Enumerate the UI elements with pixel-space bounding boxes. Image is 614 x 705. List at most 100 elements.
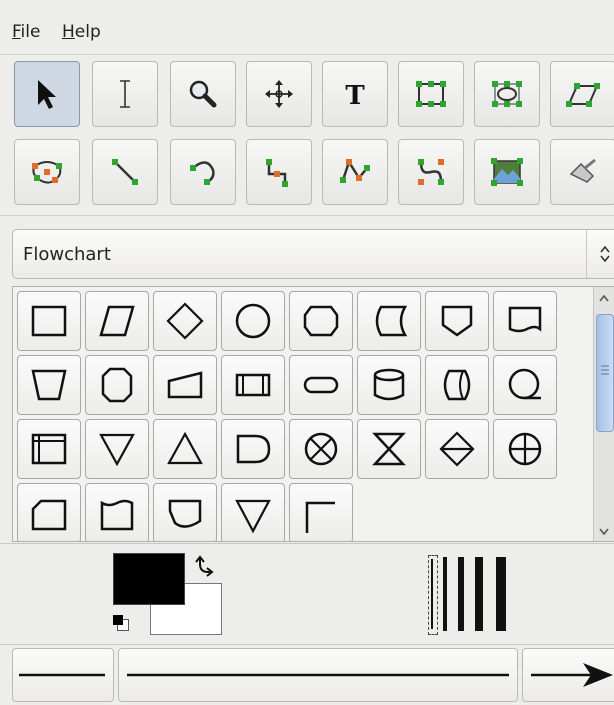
tool-arc[interactable] xyxy=(170,139,236,205)
tool-polygon[interactable] xyxy=(550,61,614,127)
shape-internal-storage[interactable] xyxy=(17,419,81,479)
shape-display[interactable] xyxy=(153,483,217,541)
tool-beziergon[interactable] xyxy=(14,139,80,205)
tool-scroll[interactable] xyxy=(246,61,312,127)
tool-pointer[interactable] xyxy=(14,61,80,127)
shape-process[interactable] xyxy=(17,291,81,351)
delay-shape-icon xyxy=(236,434,271,464)
shape-manual-input[interactable] xyxy=(153,355,217,415)
zigzag-line-icon xyxy=(266,159,288,187)
shape-direct-access-storage[interactable] xyxy=(425,355,489,415)
arc-icon xyxy=(190,161,215,185)
scroll-down-icon[interactable] xyxy=(598,527,610,537)
process-shape-icon xyxy=(31,305,67,337)
shape-sequential-data[interactable] xyxy=(493,355,557,415)
default-colors-icon[interactable] xyxy=(113,615,129,631)
line-width-thicker[interactable] xyxy=(475,557,483,631)
end-arrow-button[interactable] xyxy=(522,648,614,702)
tool-bezier-line[interactable] xyxy=(398,139,464,205)
sheet-selector-value: Flowchart xyxy=(23,244,111,265)
shape-stored-data[interactable] xyxy=(357,291,421,351)
shape-preparation[interactable] xyxy=(289,291,353,351)
shape-collate[interactable] xyxy=(357,419,421,479)
shape-connector[interactable] xyxy=(221,291,285,351)
document-shape-icon xyxy=(508,306,542,333)
tool-zigzag-line[interactable] xyxy=(246,139,312,205)
shape-data[interactable] xyxy=(85,291,149,351)
shape-terminal[interactable] xyxy=(289,355,353,415)
tool-line[interactable] xyxy=(92,139,158,205)
line-style-button[interactable] xyxy=(118,648,518,702)
line-width-thin[interactable] xyxy=(431,559,433,629)
shape-document[interactable] xyxy=(493,291,557,351)
menu-file-accel: F xyxy=(12,22,21,42)
solid-line-icon xyxy=(127,673,509,677)
or-shape-icon xyxy=(508,432,542,466)
predefined-process-shape-icon xyxy=(235,373,271,397)
summing-junction-shape-icon xyxy=(304,432,338,466)
menu-help[interactable]: Help xyxy=(62,22,101,42)
line-width-thickest[interactable] xyxy=(496,557,506,631)
manual-input-shape-icon xyxy=(167,371,203,399)
swap-colors-icon[interactable] xyxy=(190,552,218,580)
tool-text[interactable]: T xyxy=(322,61,388,127)
line-width-thick[interactable] xyxy=(458,557,464,631)
line-width-selector[interactable] xyxy=(425,555,517,635)
polyline-icon xyxy=(340,159,370,183)
tool-text-edit[interactable] xyxy=(92,61,158,127)
bezier-line-icon xyxy=(418,159,444,185)
card-shape-icon xyxy=(31,499,67,531)
text-tool-icon: T xyxy=(345,81,365,111)
collate-shape-icon xyxy=(372,432,406,466)
decision-shape-icon xyxy=(166,302,204,340)
toolbox-divider xyxy=(0,215,614,216)
offpage-shape-icon xyxy=(441,305,473,337)
display-shape-icon xyxy=(168,499,202,528)
shape-magnetic-disk[interactable] xyxy=(357,355,421,415)
shape-annotation[interactable] xyxy=(289,483,353,541)
polygon-icon xyxy=(566,83,600,107)
shape-terminal-octagon[interactable] xyxy=(85,355,149,415)
shape-merge[interactable] xyxy=(85,419,149,479)
extract-shape-icon xyxy=(167,431,203,465)
menubar-divider xyxy=(0,54,614,55)
tool-box[interactable] xyxy=(398,61,464,127)
shape-punched-tape[interactable] xyxy=(85,483,149,541)
start-arrow-button[interactable] xyxy=(12,648,114,702)
plain-line-icon xyxy=(19,673,105,677)
shape-manual-operation-2[interactable] xyxy=(221,483,285,541)
palette-scroll-thumb[interactable] xyxy=(596,314,614,432)
beziergon-icon xyxy=(32,161,62,184)
shape-extract[interactable] xyxy=(153,419,217,479)
menu-file[interactable]: File xyxy=(12,22,40,42)
text-cursor-icon xyxy=(120,80,130,108)
octagon-shape-icon xyxy=(101,367,133,403)
shape-decision[interactable] xyxy=(153,291,217,351)
line-width-medium[interactable] xyxy=(443,557,447,631)
tool-polyline[interactable] xyxy=(322,139,388,205)
triangle-down-shape-icon xyxy=(235,499,271,534)
menu-help-rest: elp xyxy=(74,22,101,42)
shape-card[interactable] xyxy=(17,483,81,541)
shape-offpage-connector[interactable] xyxy=(425,291,489,351)
shape-delay[interactable] xyxy=(221,419,285,479)
annotation-shape-icon xyxy=(305,501,335,533)
scroll-up-icon[interactable] xyxy=(598,293,610,303)
attributes-pane xyxy=(0,543,614,645)
sheet-selector-arrows[interactable] xyxy=(586,230,614,278)
shape-summing-junction[interactable] xyxy=(289,419,353,479)
foreground-color-swatch[interactable] xyxy=(113,553,185,605)
tool-outline[interactable] xyxy=(550,139,614,205)
tool-image[interactable] xyxy=(474,139,540,205)
sheet-selector[interactable]: Flowchart xyxy=(12,229,614,279)
arrow-end-icon xyxy=(531,663,613,687)
tool-ellipse[interactable] xyxy=(474,61,540,127)
shape-manual-operation[interactable] xyxy=(17,355,81,415)
palette-scrollbar[interactable] xyxy=(593,287,614,541)
magnify-icon xyxy=(189,80,217,108)
shape-sort[interactable] xyxy=(425,419,489,479)
shape-predefined-process[interactable] xyxy=(221,355,285,415)
tool-magnify[interactable] xyxy=(170,61,236,127)
line-width-selection-marker xyxy=(428,555,438,635)
shape-or[interactable] xyxy=(493,419,557,479)
